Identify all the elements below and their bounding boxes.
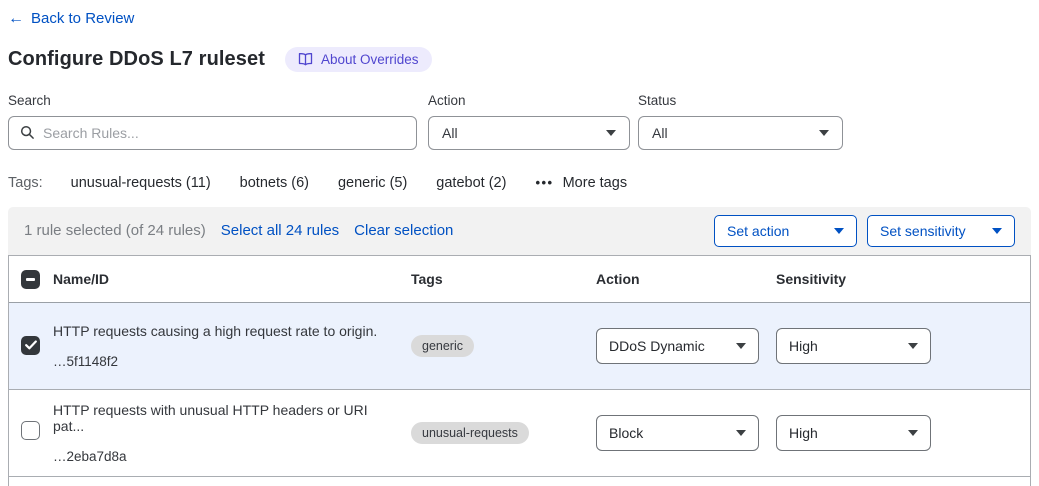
set-action-dropdown[interactable]: Set action bbox=[714, 215, 857, 247]
rules-table: Name/ID Tags Action Sensitivity HTTP req… bbox=[8, 255, 1031, 486]
status-filter: Status All bbox=[638, 93, 843, 150]
chevron-down-icon bbox=[736, 430, 746, 436]
chevron-down-icon bbox=[992, 228, 1002, 234]
set-action-label: Set action bbox=[727, 223, 789, 239]
column-header-sensitivity: Sensitivity bbox=[776, 271, 1030, 287]
table-header-row: Name/ID Tags Action Sensitivity bbox=[9, 256, 1030, 303]
rule-action-select[interactable]: DDoS Dynamic bbox=[596, 328, 759, 364]
tags-label: Tags: bbox=[8, 175, 43, 191]
search-icon bbox=[20, 125, 35, 140]
indeterminate-icon bbox=[26, 278, 35, 280]
selection-count-text: 1 rule selected (of 24 rules) bbox=[24, 222, 206, 239]
rule-sensitivity-select[interactable]: High bbox=[776, 328, 931, 364]
rule-action-select[interactable]: Block bbox=[596, 415, 759, 451]
row-checkbox[interactable] bbox=[21, 421, 40, 440]
more-tags-button[interactable]: ••• More tags bbox=[535, 175, 627, 191]
set-sensitivity-dropdown[interactable]: Set sensitivity bbox=[867, 215, 1015, 247]
bulk-actions: Set action Set sensitivity bbox=[714, 215, 1015, 247]
rule-action-cell: Block bbox=[596, 415, 776, 451]
rule-tags-cell: generic bbox=[411, 335, 596, 357]
check-icon bbox=[25, 340, 37, 350]
rule-name-cell: HTTP requests with unusual HTTP headers … bbox=[53, 402, 411, 464]
bulk-action-bar: 1 rule selected (of 24 rules) Select all… bbox=[8, 207, 1031, 255]
row-checkbox[interactable] bbox=[21, 336, 40, 355]
rule-id: …2eba7d8a bbox=[53, 449, 395, 464]
rule-action-cell: DDoS Dynamic bbox=[596, 328, 776, 364]
rule-sensitivity-cell: High bbox=[776, 328, 1030, 364]
column-header-tags: Tags bbox=[411, 271, 596, 287]
chevron-down-icon bbox=[606, 130, 616, 136]
tags-quick-filters: Tags: unusual-requests (11) botnets (6) … bbox=[8, 175, 1031, 191]
back-to-review-link[interactable]: ← Back to Review bbox=[8, 10, 134, 27]
back-arrow-icon: ← bbox=[8, 11, 24, 27]
row-checkbox-cell bbox=[9, 421, 53, 445]
set-sensitivity-label: Set sensitivity bbox=[880, 223, 966, 239]
chevron-down-icon bbox=[819, 130, 829, 136]
tag-pill: unusual-requests bbox=[411, 422, 529, 444]
select-all-checkbox[interactable] bbox=[21, 270, 40, 289]
search-input[interactable] bbox=[43, 125, 405, 141]
book-icon bbox=[298, 52, 313, 66]
title-row: Configure DDoS L7 ruleset About Override… bbox=[8, 47, 1031, 72]
rule-action-value: Block bbox=[609, 425, 643, 441]
about-overrides-badge[interactable]: About Overrides bbox=[285, 47, 432, 72]
ellipsis-icon: ••• bbox=[535, 175, 553, 190]
search-filter: Search bbox=[8, 93, 417, 150]
chevron-down-icon bbox=[834, 228, 844, 234]
rule-sensitivity-value: High bbox=[789, 425, 818, 441]
status-filter-select[interactable]: All bbox=[638, 116, 843, 150]
status-filter-value: All bbox=[652, 125, 668, 141]
more-tags-label: More tags bbox=[563, 175, 627, 191]
about-overrides-label: About Overrides bbox=[321, 52, 419, 67]
column-header-name: Name/ID bbox=[53, 271, 411, 287]
configure-ddos-page: ← Back to Review Configure DDoS L7 rules… bbox=[0, 0, 1039, 486]
action-filter-select[interactable]: All bbox=[428, 116, 630, 150]
tag-filter-unusual-requests[interactable]: unusual-requests (11) bbox=[71, 175, 211, 191]
row-checkbox-cell bbox=[9, 336, 53, 356]
rule-sensitivity-value: High bbox=[789, 338, 818, 354]
rule-name-cell: HTTP requests causing a high request rat… bbox=[53, 323, 411, 369]
rule-action-value: DDoS Dynamic bbox=[609, 338, 705, 354]
tag-pill: generic bbox=[411, 335, 474, 357]
chevron-down-icon bbox=[908, 430, 918, 436]
header-checkbox-cell bbox=[9, 268, 53, 289]
rule-sensitivity-select[interactable]: High bbox=[776, 415, 931, 451]
status-filter-label: Status bbox=[638, 93, 843, 108]
table-row: HTTP requests causing a high request rat… bbox=[9, 303, 1030, 390]
tag-filter-botnets[interactable]: botnets (6) bbox=[240, 175, 309, 191]
rule-id: …5f1148f2 bbox=[53, 354, 395, 369]
action-filter-label: Action bbox=[428, 93, 630, 108]
column-header-action: Action bbox=[596, 271, 776, 287]
rule-sensitivity-cell: High bbox=[776, 415, 1030, 451]
search-box bbox=[8, 116, 417, 150]
table-row-partial bbox=[9, 477, 1030, 486]
rule-name: HTTP requests causing a high request rat… bbox=[53, 323, 395, 339]
tag-filter-generic[interactable]: generic (5) bbox=[338, 175, 407, 191]
rule-name: HTTP requests with unusual HTTP headers … bbox=[53, 402, 395, 434]
back-link-label: Back to Review bbox=[31, 10, 134, 27]
clear-selection-link[interactable]: Clear selection bbox=[354, 222, 453, 239]
rule-tags-cell: unusual-requests bbox=[411, 422, 596, 444]
filters-row: Search Action All Status All bbox=[8, 93, 1031, 150]
search-label: Search bbox=[8, 93, 417, 108]
action-filter: Action All bbox=[428, 93, 630, 150]
chevron-down-icon bbox=[736, 343, 746, 349]
chevron-down-icon bbox=[908, 343, 918, 349]
select-all-link[interactable]: Select all 24 rules bbox=[221, 222, 339, 239]
page-title: Configure DDoS L7 ruleset bbox=[8, 48, 265, 71]
table-row: HTTP requests with unusual HTTP headers … bbox=[9, 390, 1030, 477]
action-filter-value: All bbox=[442, 125, 458, 141]
tag-filter-gatebot[interactable]: gatebot (2) bbox=[436, 175, 506, 191]
